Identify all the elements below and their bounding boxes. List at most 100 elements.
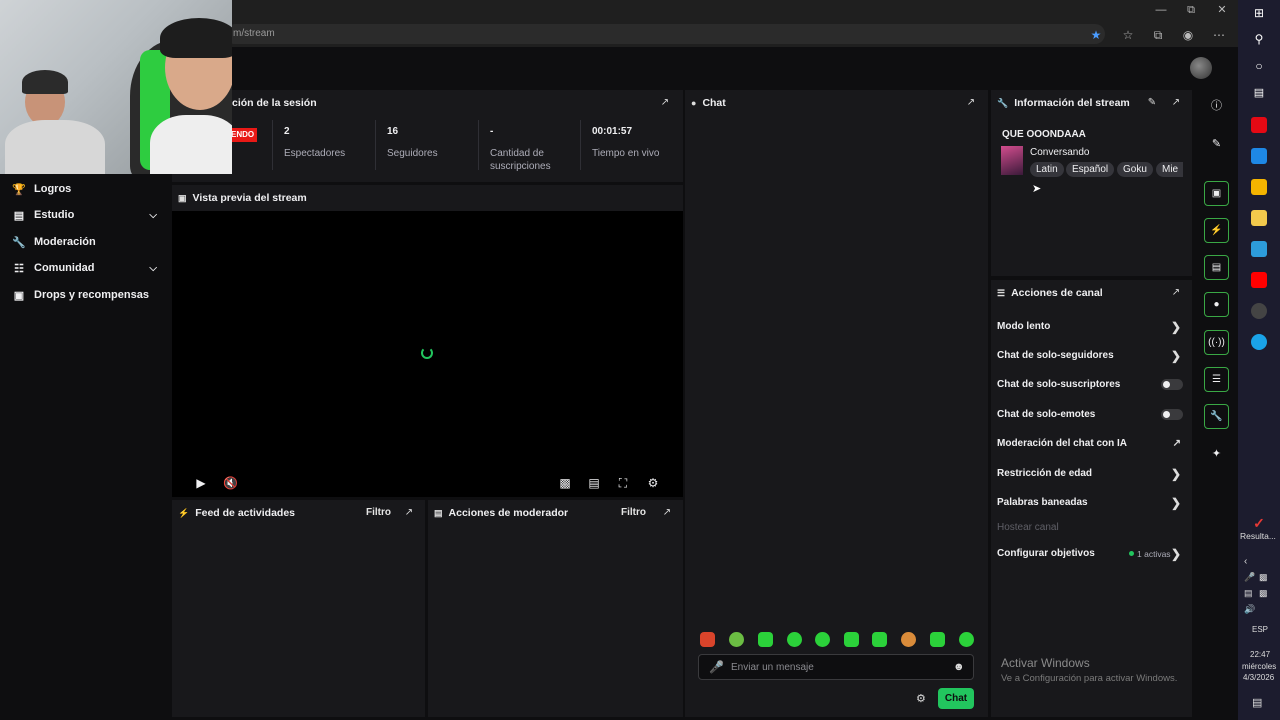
close-icon[interactable]: ✕ [1212, 2, 1232, 18]
emote-picker-icon[interactable]: ☻ [953, 661, 965, 673]
network-icon[interactable]: ▤ [1244, 588, 1253, 599]
tag-chip[interactable]: Español [1066, 162, 1115, 177]
clock-time[interactable]: 22:47 [1250, 650, 1270, 659]
filter-button[interactable]: Filtro [366, 507, 391, 518]
obs-icon[interactable] [1251, 303, 1267, 319]
sidebar-item-drops[interactable]: ▣ Drops y recompensas [12, 283, 167, 307]
app-icon[interactable] [1251, 179, 1267, 195]
sidebar-item-label: Moderación [34, 236, 96, 248]
add-panel-icon[interactable]: ✦ [1204, 442, 1229, 467]
play-icon[interactable]: ▶ [194, 476, 208, 490]
profile-icon[interactable]: ◉ [1180, 27, 1196, 43]
mute-icon[interactable]: 🔇 [223, 476, 238, 490]
file-explorer-icon[interactable] [1251, 210, 1267, 226]
sidebar-item-moderacion[interactable]: 🔧 Moderación [12, 230, 167, 254]
action-configure-goals[interactable]: Configurar objetivos 1 activas ❯ [997, 545, 1187, 563]
tag-chip[interactable]: Mie [1156, 162, 1183, 177]
panel-title: Acciones de moderador [448, 507, 569, 519]
stat-live-time: 00:01:57 Tiempo en vivo [592, 126, 692, 160]
stat-subscriptions: - Cantidad de suscripciones [490, 126, 570, 173]
popout-icon[interactable]: ↗ [1170, 97, 1182, 109]
popout-icon[interactable]: ↗ [661, 507, 673, 519]
action-followers-only[interactable]: Chat de solo-seguidores ❯ [997, 347, 1187, 365]
emote-icon[interactable] [872, 632, 887, 647]
emote-icon[interactable] [700, 632, 715, 647]
user-avatar[interactable] [1190, 57, 1212, 79]
microphone-icon[interactable]: 🎤 [709, 660, 724, 674]
edge-icon[interactable] [1251, 334, 1267, 350]
chat-placeholder: Enviar un mensaje [731, 662, 814, 673]
action-slow-mode[interactable]: Modo lento ❯ [997, 318, 1187, 336]
clock-date: 4/3/2026 [1243, 673, 1275, 682]
store-icon[interactable] [1251, 241, 1267, 257]
settings-icon[interactable]: ⚙ [646, 476, 660, 490]
tag-chip[interactable]: Goku [1117, 162, 1153, 177]
emote-icon[interactable] [729, 632, 744, 647]
notes-icon[interactable]: ▤ [1204, 255, 1229, 280]
popout-icon[interactable]: ↗ [965, 97, 977, 109]
search-icon[interactable]: ⚲ [1251, 32, 1267, 48]
category-box-art[interactable] [1001, 146, 1023, 175]
edit-icon[interactable]: ✎ [1204, 132, 1229, 157]
emote-icon[interactable] [959, 632, 974, 647]
language-indicator[interactable]: ESP [1252, 625, 1268, 634]
emote-icon[interactable] [815, 632, 830, 647]
display-icon[interactable]: ▩ [1259, 572, 1268, 583]
miniplayer-icon[interactable]: ▩ [558, 476, 572, 490]
bolt-icon[interactable]: ⚡ [1204, 218, 1229, 243]
chevron-up-icon[interactable]: ‹ [1244, 556, 1247, 567]
scene-icon[interactable]: ▣ [1204, 181, 1229, 206]
emote-icon[interactable] [844, 632, 859, 647]
subscribers-only-toggle[interactable] [1161, 379, 1183, 390]
youtube-icon[interactable] [1251, 272, 1267, 288]
popout-icon[interactable]: ↗ [403, 507, 415, 519]
microphone-icon[interactable]: 🎤 [1244, 572, 1255, 583]
star-icon[interactable]: ★ [1088, 27, 1104, 43]
activate-windows-title: Activar Windows [1001, 656, 1090, 670]
more-icon[interactable]: ⋯ [1211, 27, 1227, 43]
wrench-icon[interactable]: 🔧 [1204, 404, 1229, 429]
emote-only-toggle[interactable] [1161, 409, 1183, 420]
minimize-icon[interactable]: — [1151, 2, 1171, 18]
popout-icon[interactable]: ↗ [1170, 287, 1182, 299]
emote-icon[interactable] [930, 632, 945, 647]
chat-send-button[interactable]: Chat [938, 688, 974, 709]
category-name[interactable]: Conversando [1030, 147, 1089, 158]
volume-icon[interactable]: 🔊 [1244, 604, 1255, 615]
action-ai-moderation[interactable]: Moderación del chat con IA ↗ [997, 435, 1187, 453]
address-bar[interactable]: m/stream [225, 24, 1105, 44]
action-banned-words[interactable]: Palabras baneadas ❯ [997, 494, 1187, 512]
app-logo-icon[interactable]: ✓ [1251, 515, 1267, 531]
monitor-icon[interactable]: ▩ [1259, 588, 1268, 599]
action-label: Palabras baneadas [997, 497, 1088, 508]
sidebar-item-estudio[interactable]: ▤ Estudio ⌵ [12, 203, 167, 227]
chat-bubble-icon[interactable]: ● [1204, 292, 1229, 317]
collections-icon[interactable]: ⧉ [1150, 27, 1166, 43]
edit-icon[interactable]: ✎ [1146, 97, 1158, 109]
netflix-icon[interactable] [1251, 117, 1267, 133]
emote-icon[interactable] [758, 632, 773, 647]
fullscreen-icon[interactable]: ⛶ [616, 476, 630, 490]
task-view-icon[interactable]: ▤ [1251, 86, 1267, 102]
info-icon[interactable]: ⓘ [1204, 94, 1229, 119]
mail-icon[interactable] [1251, 148, 1267, 164]
favorites-icon[interactable]: ☆ [1120, 27, 1136, 43]
action-age-restriction[interactable]: Restricción de edad ❯ [997, 465, 1187, 483]
webcam-overlay-image [0, 0, 232, 174]
cortana-icon[interactable]: ○ [1251, 59, 1267, 75]
theater-icon[interactable]: ▤ [587, 476, 601, 490]
popout-icon[interactable]: ↗ [659, 97, 671, 109]
emote-icon[interactable] [901, 632, 916, 647]
chat-settings-icon[interactable]: ⚙ [916, 692, 926, 705]
sidebar-item-comunidad[interactable]: ☷ Comunidad ⌵ [12, 256, 167, 280]
windows-start-icon[interactable]: ⊞ [1251, 6, 1267, 22]
restore-icon[interactable]: ⧉ [1181, 2, 1201, 18]
actions-icon[interactable]: ☰ [1204, 367, 1229, 392]
sidebar-item-logros[interactable]: 🏆 Logros [12, 177, 167, 201]
tag-chip[interactable]: Latin [1030, 162, 1064, 177]
stat-label: Seguidores [387, 148, 438, 159]
emote-icon[interactable] [787, 632, 802, 647]
filter-button[interactable]: Filtro [621, 507, 646, 518]
notifications-icon[interactable]: ▤ [1252, 696, 1262, 709]
broadcast-icon[interactable]: ((·)) [1204, 330, 1229, 355]
